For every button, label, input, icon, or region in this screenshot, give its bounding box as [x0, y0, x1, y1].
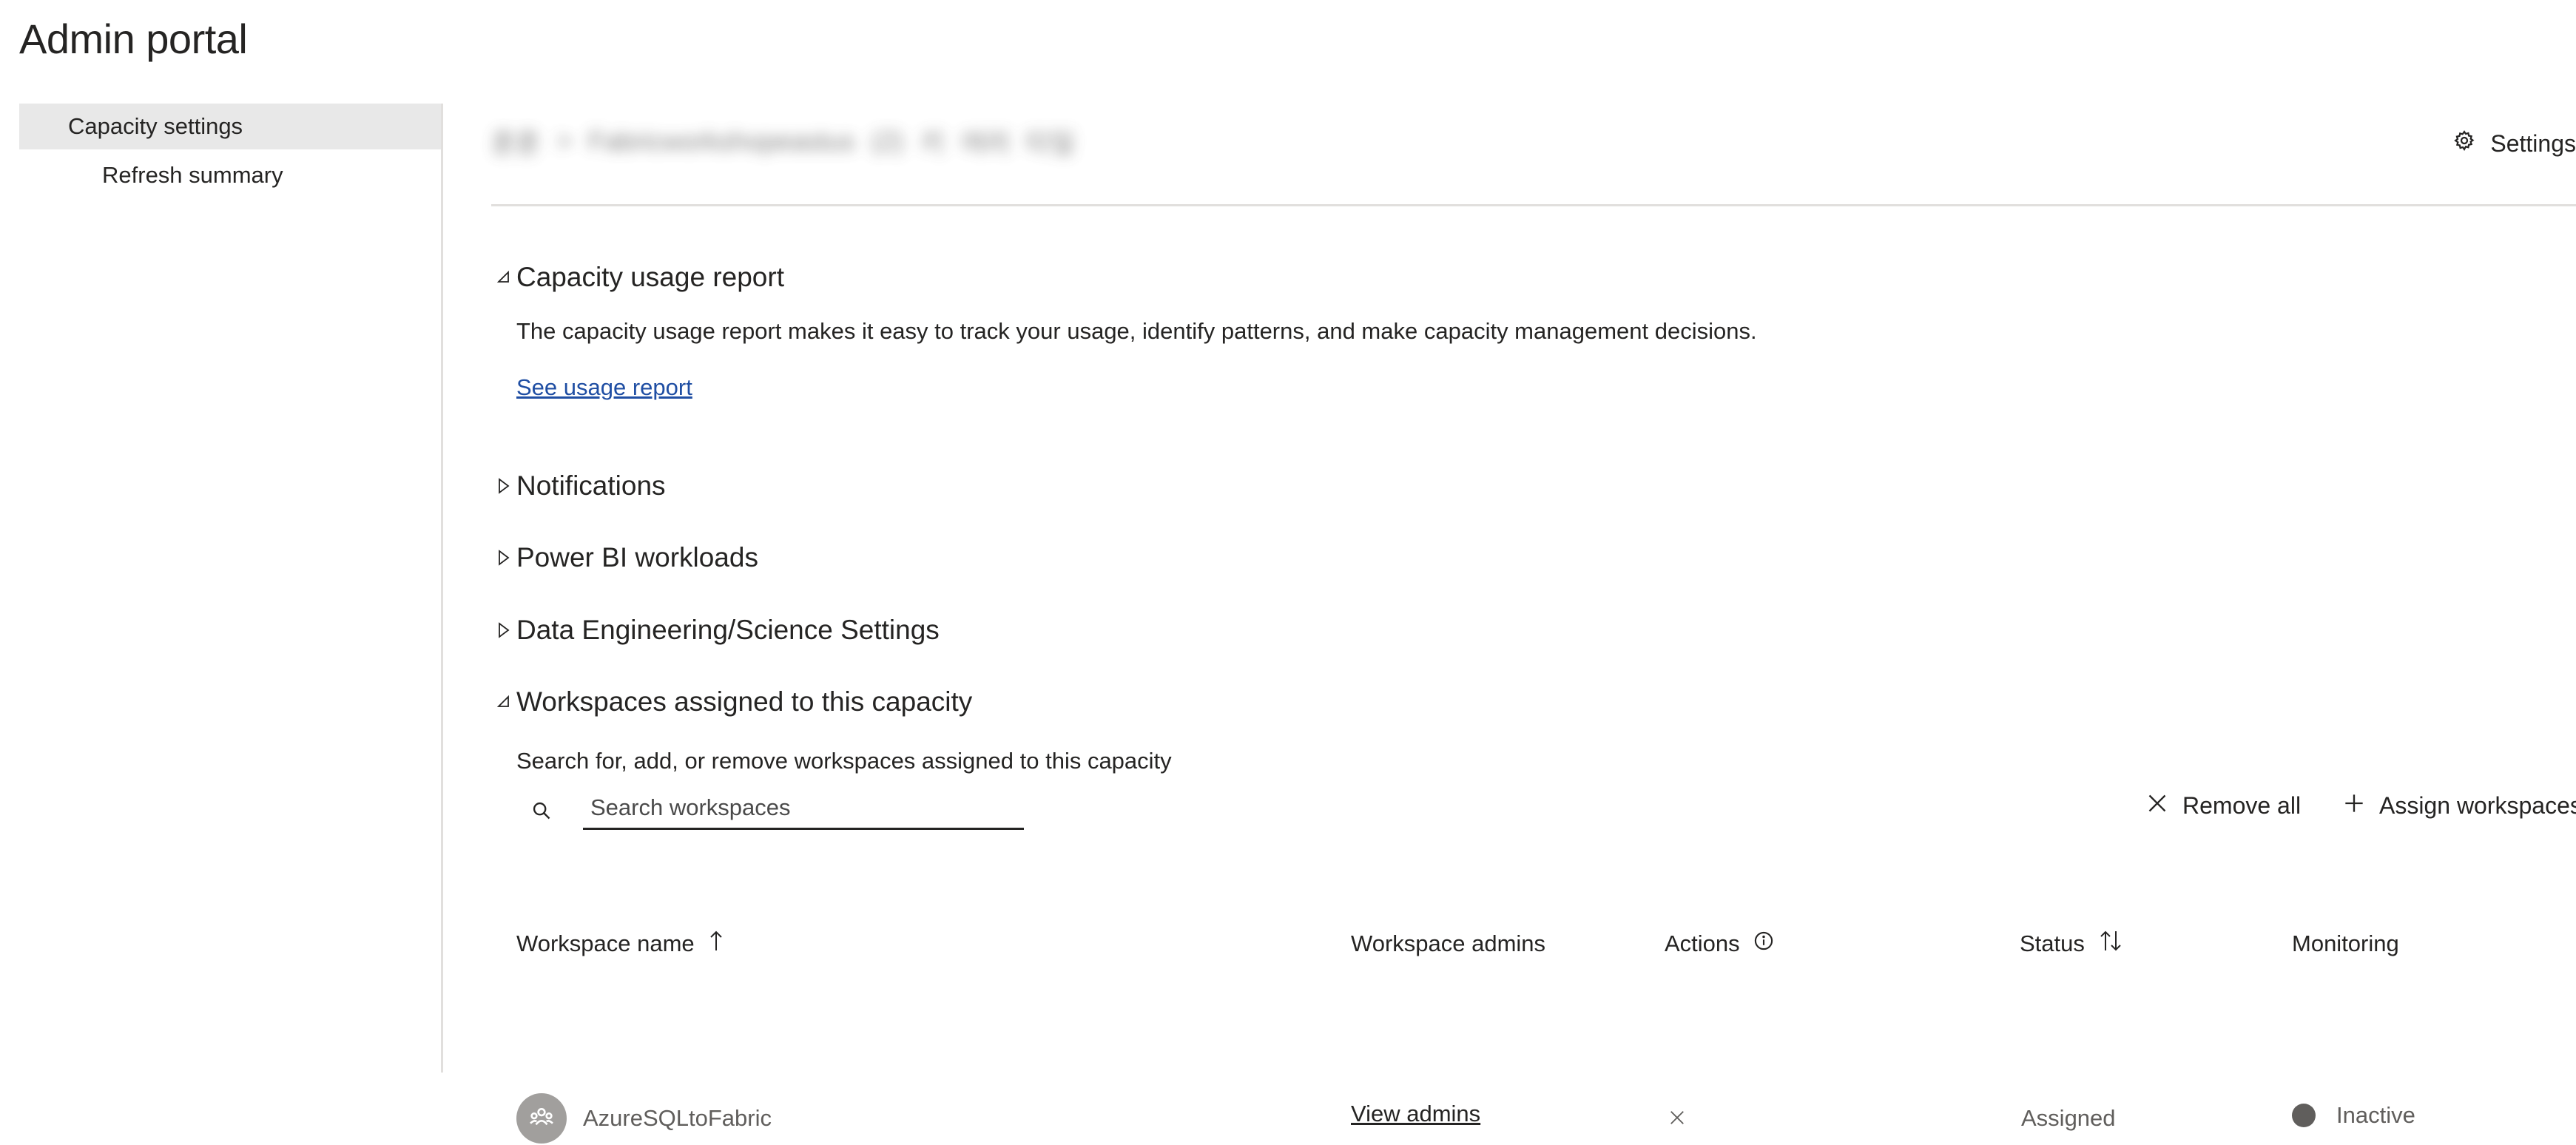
breadcrumb-part: 키 — [920, 128, 945, 158]
nav-item-refresh-summary[interactable]: Refresh summary — [19, 152, 441, 198]
close-icon — [1669, 1105, 1685, 1132]
sort-icon — [2098, 930, 2123, 958]
section-title: Workspaces assigned to this capacity — [516, 686, 973, 717]
collapse-triangle-icon — [491, 265, 516, 290]
nav-item-capacity-settings[interactable]: Capacity settings — [19, 104, 441, 149]
view-admins-label: View admins — [1351, 1101, 1481, 1127]
plus-icon — [2344, 792, 2364, 820]
breadcrumb-part: 여러 — [960, 128, 1010, 158]
remove-all-button[interactable]: Remove all — [2147, 778, 2301, 833]
settings-label: Settings — [2490, 129, 2576, 157]
column-header-monitoring: Monitoring — [2292, 922, 2399, 966]
search-icon — [531, 800, 552, 821]
breadcrumb-part: 훈훈 — [491, 128, 541, 158]
breadcrumb: 훈훈 > Fabricworkshopeastus (2) 키 여러 타일 — [491, 121, 1364, 161]
status-cell: Assigned — [2021, 1092, 2116, 1145]
breadcrumb-separator: > — [556, 126, 573, 156]
table-row-workspace-name[interactable]: AzureSQLtoFabric — [516, 1092, 772, 1145]
column-header-actions: Actions — [1665, 922, 1774, 966]
capacity-usage-description: The capacity usage report makes it easy … — [516, 318, 1757, 344]
search-box — [516, 787, 1030, 833]
main-content: 훈훈 > Fabricworkshopeastus (2) 키 여러 타일 Se… — [491, 104, 2576, 1144]
column-header-workspace-name[interactable]: Workspace name — [516, 922, 724, 966]
expand-triangle-icon — [491, 545, 516, 570]
assign-workspaces-button[interactable]: Assign workspaces — [2344, 778, 2576, 833]
column-label: Status — [2020, 930, 2085, 956]
page-title: Admin portal — [19, 16, 248, 62]
gear-icon — [2453, 129, 2475, 158]
section-notifications-header[interactable]: Notifications — [491, 470, 666, 501]
workspace-avatar — [516, 1093, 567, 1144]
see-usage-report-link[interactable]: See usage report — [516, 374, 692, 401]
section-powerbi-workloads-header[interactable]: Power BI workloads — [491, 542, 758, 573]
remove-workspace-button[interactable] — [1669, 1092, 1685, 1145]
section-title: Data Engineering/Science Settings — [516, 615, 940, 645]
monitoring-cell: Inactive — [2292, 1089, 2415, 1142]
monitoring-text: Inactive — [2336, 1102, 2415, 1128]
breadcrumb-part: 타일 — [1025, 128, 1076, 158]
section-title: Power BI workloads — [516, 542, 758, 572]
column-label: Monitoring — [2292, 930, 2399, 956]
info-icon[interactable] — [1753, 930, 1774, 957]
assign-workspaces-label: Assign workspaces — [2379, 791, 2576, 819]
column-header-status[interactable]: Status — [2020, 922, 2123, 966]
section-title: Notifications — [516, 470, 666, 501]
left-navigation: Capacity settings Refresh summary — [0, 104, 443, 1073]
section-title: Capacity usage report — [516, 262, 784, 292]
search-workspaces-input[interactable] — [583, 787, 1024, 830]
breadcrumb-part: Fabricworkshopeastus — [588, 126, 855, 156]
column-header-workspace-admins: Workspace admins — [1351, 922, 1545, 966]
header-divider — [491, 204, 2576, 206]
column-label: Workspace admins — [1351, 930, 1546, 956]
close-icon — [2147, 792, 2168, 820]
view-admins-link[interactable]: View admins — [1351, 1087, 1480, 1141]
column-label: Workspace name — [516, 930, 695, 956]
section-workspaces-header[interactable]: Workspaces assigned to this capacity — [491, 686, 972, 717]
settings-button[interactable]: Settings — [2453, 121, 2576, 166]
collapse-triangle-icon — [491, 689, 516, 715]
status-dot-icon — [2292, 1104, 2316, 1127]
workspace-name: AzureSQLtoFabric — [583, 1105, 772, 1131]
expand-triangle-icon — [491, 473, 516, 499]
section-capacity-usage-header[interactable]: Capacity usage report — [491, 262, 784, 293]
breadcrumb-part: (2) — [871, 126, 904, 156]
status-text: Assigned — [2021, 1105, 2116, 1131]
column-label: Actions — [1665, 930, 1740, 956]
workspaces-description: Search for, add, or remove workspaces as… — [516, 748, 1172, 774]
remove-all-label: Remove all — [2182, 791, 2302, 819]
section-data-engineering-header[interactable]: Data Engineering/Science Settings — [491, 615, 940, 646]
expand-triangle-icon — [491, 618, 516, 643]
sort-ascending-icon — [708, 930, 724, 958]
